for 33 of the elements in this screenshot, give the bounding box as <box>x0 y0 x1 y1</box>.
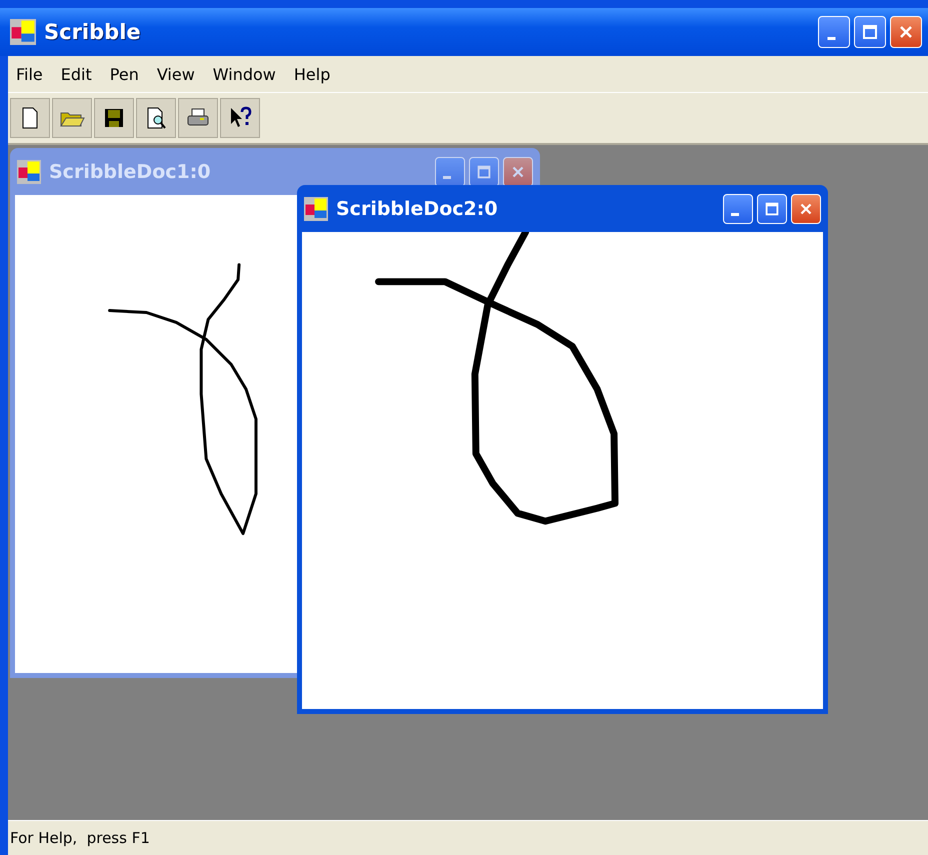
status-text: For Help, press F1 <box>10 829 150 847</box>
printer-icon[interactable] <box>178 98 218 138</box>
minimize-icon <box>443 176 451 179</box>
maximize-icon <box>475 162 493 180</box>
maximize-button[interactable] <box>854 16 886 48</box>
close-button[interactable] <box>503 156 533 186</box>
minimize-icon <box>826 36 836 40</box>
document-icon <box>304 196 328 220</box>
document-title: ScribbleDoc1:0 <box>49 160 212 182</box>
menu-item[interactable]: Help <box>294 64 330 84</box>
maximize-button[interactable] <box>469 156 499 186</box>
maximize-icon <box>763 200 781 218</box>
maximize-icon <box>860 22 880 42</box>
minimize-icon <box>731 213 739 216</box>
document-icon <box>17 160 41 184</box>
minimize-button[interactable] <box>818 16 850 48</box>
document-title: ScribbleDoc2:0 <box>336 198 499 220</box>
minimize-button[interactable] <box>435 156 465 186</box>
close-button[interactable] <box>791 194 821 224</box>
close-button[interactable] <box>890 16 922 48</box>
print-preview-icon[interactable] <box>136 98 176 138</box>
menu-item[interactable]: Window <box>212 64 276 84</box>
new-file-icon[interactable] <box>10 98 50 138</box>
menu-item[interactable]: Edit <box>60 64 92 84</box>
menu-item[interactable]: View <box>156 64 195 84</box>
app-icon <box>10 19 36 45</box>
window-title: Scribble <box>44 20 142 44</box>
menu-item[interactable]: File <box>16 64 43 84</box>
minimize-button[interactable] <box>723 194 753 224</box>
help-pointer-icon[interactable] <box>220 98 260 138</box>
maximize-button[interactable] <box>757 194 787 224</box>
menu-item[interactable]: Pen <box>110 64 139 84</box>
open-folder-icon[interactable] <box>52 98 92 138</box>
